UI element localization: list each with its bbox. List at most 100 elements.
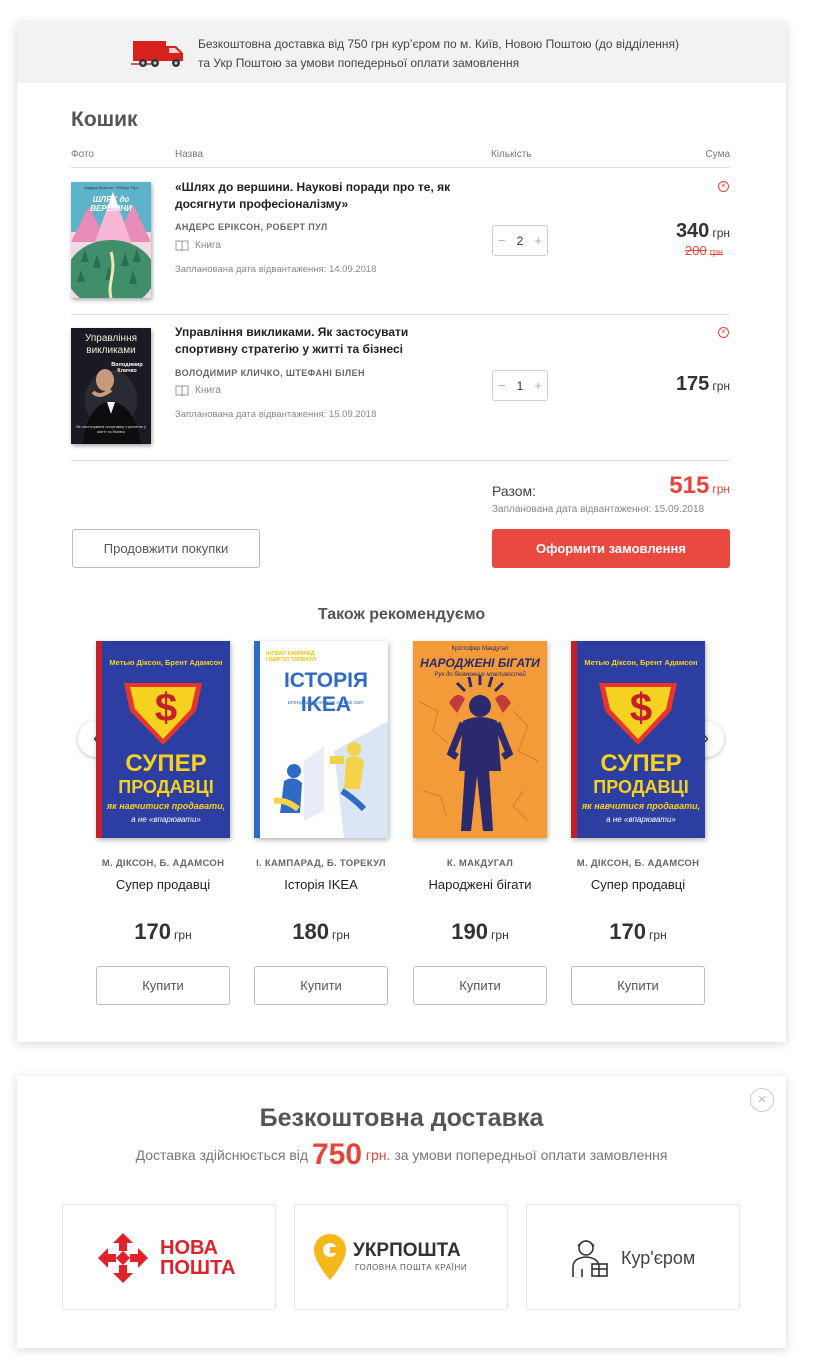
- cover-author: Володимир Кличко: [111, 362, 143, 374]
- ukrposhta-pin-icon: [314, 1234, 346, 1280]
- item-type-label: Книга: [195, 240, 221, 251]
- cover-title: НАРОДЖЕНІ БІГАТИ: [420, 656, 540, 670]
- item-ship-date: Запланована дата відвантаження: 14.09.20…: [175, 264, 377, 275]
- ukrposhta-option[interactable]: УКРПОШТА ГОЛОВНА ПОШТА КРАЇНИ: [294, 1204, 508, 1310]
- column-qty: Кількість: [491, 149, 532, 160]
- cover-title-line-2: ПРОДАВЦІ: [593, 777, 689, 797]
- reco-price-currency: грн: [174, 928, 192, 942]
- qty-value[interactable]: 1: [517, 379, 524, 393]
- close-icon[interactable]: ×: [750, 1088, 774, 1112]
- item-old-price-currency: грн: [709, 247, 723, 257]
- cover-subtitle-2: а не «впарювати»: [606, 815, 676, 824]
- delivery-title: Безкоштовна доставка: [259, 1104, 544, 1132]
- book-cover[interactable]: ІНГВАР КАМПРАД І БЕРТІЛ ТОРЕКУЛ ІСТОРІЯ …: [254, 641, 388, 838]
- cover-title: ШЛЯХ до ВЕРШИНИ: [90, 195, 132, 213]
- reco-title[interactable]: Історія IKEA: [251, 877, 391, 892]
- delivery-currency: грн.: [365, 1147, 391, 1163]
- buy-button[interactable]: Купити: [413, 966, 547, 1005]
- total-value: 515 грн: [669, 472, 730, 500]
- cover-title-line-1: Управління: [84, 333, 138, 344]
- item-type-label: Книга: [195, 385, 221, 396]
- reco-price: 190 грн: [410, 919, 550, 945]
- qty-plus-button[interactable]: +: [534, 378, 542, 393]
- cover-title: Управління викликами: [71, 333, 151, 357]
- divider: [71, 314, 730, 315]
- item-title[interactable]: Управління викликами. Як застосувати спо…: [175, 324, 465, 358]
- total-currency: грн: [712, 482, 730, 496]
- ukrposhta-tagline: ГОЛОВНА ПОШТА КРАЇНИ: [355, 1263, 468, 1272]
- reco-authors: М. ДІКСОН, Б. АДАМСОН: [576, 858, 700, 869]
- delivery-sub-before: Доставка здійснюється від: [135, 1147, 309, 1163]
- cover-title-line-2: ПРОДАВЦІ: [118, 777, 214, 797]
- cover-author: Андерс Еріксон · Роберт Пул: [84, 185, 138, 190]
- item-price-currency: грн: [712, 226, 730, 240]
- buy-button[interactable]: Купити: [571, 966, 705, 1005]
- item-price: 175 грн: [676, 373, 730, 396]
- nova-poshta-option[interactable]: НОВА ПОШТА: [62, 1204, 276, 1310]
- reco-authors: К. МАКДУГАЛ: [446, 858, 514, 869]
- remove-item-icon[interactable]: ×: [718, 181, 729, 192]
- continue-shopping-button[interactable]: Продовжити покупки: [72, 529, 260, 568]
- cover-subtitle: як навчитися продавати,: [106, 801, 226, 811]
- nova-poshta-line-1: НОВА: [160, 1237, 218, 1259]
- column-sum: Сума: [705, 149, 730, 160]
- buy-button[interactable]: Купити: [254, 966, 388, 1005]
- buy-button[interactable]: Купити: [96, 966, 230, 1005]
- quantity-stepper[interactable]: − 1 +: [492, 370, 548, 401]
- banner-text: Безкоштовна доставка від 750 грн кур’єро…: [198, 35, 738, 73]
- column-photo: Фото: [71, 149, 94, 160]
- reco-price-value: 180: [292, 919, 330, 944]
- column-name: Назва: [175, 149, 204, 160]
- cover-title-line-1: СУПЕР: [600, 750, 682, 777]
- qty-minus-button[interactable]: −: [498, 378, 506, 393]
- cover-author: ІНГВАР КАМПРАД І БЕРТІЛ ТОРЕКУЛ: [266, 651, 386, 663]
- delivery-card: Безкоштовна доставка Доставка здійснюєть…: [17, 1076, 786, 1348]
- delivery-subtitle: Доставка здійснюється від 750 грн. за ум…: [17, 1138, 786, 1172]
- nova-poshta-line-2: ПОШТА: [160, 1257, 236, 1279]
- free-delivery-banner: Безкоштовна доставка від 750 грн кур’єро…: [17, 22, 786, 83]
- cover-title-line-2: викликами: [86, 345, 136, 356]
- cover-title-line-1: СУПЕР: [125, 750, 207, 777]
- reco-price: 170 грн: [568, 919, 708, 945]
- book-cover[interactable]: Крістофер Макдугал НАРОДЖЕНІ БІГАТИ Рух …: [413, 641, 547, 838]
- qty-minus-button[interactable]: −: [498, 233, 506, 248]
- total-amount: 515: [669, 472, 710, 499]
- book-icon: [175, 385, 189, 396]
- courier-label: Кур'єром: [621, 1248, 696, 1268]
- reco-price: 170 грн: [93, 919, 233, 945]
- item-title[interactable]: «Шлях до вершини. Наукові поради про те,…: [175, 179, 465, 213]
- nova-poshta-label: НОВА ПОШТА: [160, 1238, 235, 1278]
- item-price-currency: грн: [712, 379, 730, 393]
- courier-option[interactable]: Кур'єром: [526, 1204, 740, 1310]
- banner-line-2: та Укр Поштою за умови попедерньої оплат…: [198, 56, 520, 70]
- divider: [71, 167, 730, 168]
- reco-title[interactable]: Народжені бігати: [410, 877, 550, 892]
- courier-icon: [572, 1240, 608, 1277]
- ukrposhta-label: УКРПОШТА: [353, 1240, 461, 1261]
- dollar-icon: $: [154, 686, 178, 730]
- truck-icon: [131, 41, 183, 67]
- qty-plus-button[interactable]: +: [534, 233, 542, 248]
- cover-author-line-2: І БЕРТІЛ ТОРЕКУЛ: [266, 657, 316, 663]
- reco-authors: І. КАМПАРАД, Б. ТОРЕКУЛ: [256, 858, 386, 869]
- reco-price-value: 170: [609, 919, 647, 944]
- nova-poshta-logo-icon: [98, 1233, 148, 1283]
- item-type: Книга: [175, 385, 221, 396]
- checkout-button[interactable]: Оформити замовлення: [492, 529, 730, 568]
- reco-price-value: 170: [134, 919, 172, 944]
- reco-price-currency: грн: [332, 928, 350, 942]
- total-ship-date: Запланована дата відвантаження: 15.09.20…: [492, 504, 705, 515]
- book-cover[interactable]: Метью Діксон, Брент Адамсон $ СУПЕР ПРОД…: [96, 641, 230, 838]
- cover-subtitle: як навчитися продавати,: [581, 801, 701, 811]
- qty-value[interactable]: 2: [517, 234, 524, 248]
- quantity-stepper[interactable]: − 2 +: [492, 225, 548, 256]
- reco-price: 180 грн: [251, 919, 391, 945]
- book-cover[interactable]: Управління викликами Володимир Кличко Як…: [71, 328, 151, 444]
- reco-title[interactable]: Супер продавці: [93, 877, 233, 892]
- book-cover[interactable]: Метью Діксон, Брент Адамсон $ СУПЕР ПРОД…: [571, 641, 705, 838]
- cover-subtitle: Як застосувати спортивну стратегію у жит…: [76, 424, 146, 434]
- book-cover[interactable]: Андерс Еріксон · Роберт Пул ШЛЯХ до ВЕРШ…: [71, 182, 151, 298]
- reco-title[interactable]: Супер продавці: [568, 877, 708, 892]
- remove-item-icon[interactable]: ×: [718, 327, 729, 338]
- cover-author: Метью Діксон, Брент Адамсон: [584, 658, 698, 667]
